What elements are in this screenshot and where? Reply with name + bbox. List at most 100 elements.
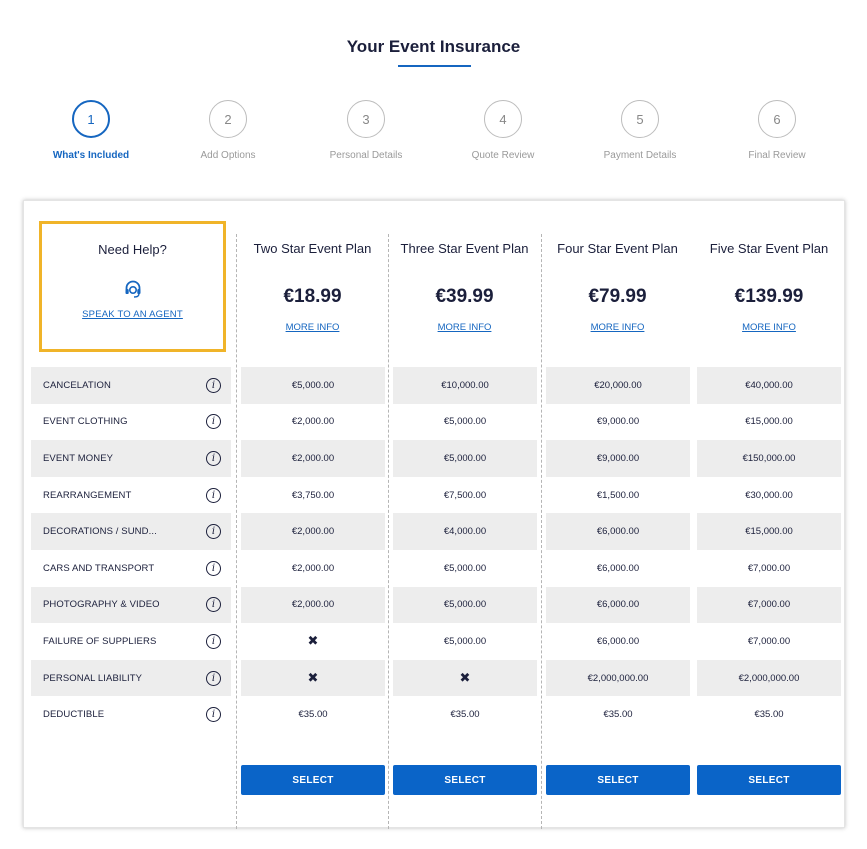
info-icon[interactable]: i [206,670,221,686]
plan-value: €150,000.00 [697,440,841,477]
plan-value: €7,000.00 [747,562,791,574]
select-three-star-button[interactable]: SELECT [393,765,537,795]
feature-row: EVENT MONEY i [31,440,231,477]
info-icon[interactable]: i [206,524,221,540]
info-icon[interactable]: i [206,707,221,723]
more-info-link[interactable]: MORE INFO [389,322,540,333]
plan-value: €35.00 [603,709,633,721]
plan-value: €35.00 [298,709,328,721]
plan-values: €5,000.00 €2,000.00 €2,000.00 €3,750.00 … [241,367,385,733]
plan-value: €6,000.00 [596,562,640,574]
plan-value: €2,000.00 [241,586,385,624]
info-icon[interactable]: i [206,487,221,503]
select-two-star-button[interactable]: SELECT [241,765,385,795]
info-icon[interactable]: i [206,597,221,613]
more-info-link[interactable]: MORE INFO [542,322,693,333]
feature-label: CANCELATION [43,379,111,391]
plan-value: €7,000.00 [747,635,791,647]
plan-value: €15,000.00 [697,513,841,550]
plan-value: €15,000.00 [745,416,793,428]
feature-label: PERSONAL LIABILITY [43,672,143,684]
plan-value: €1,500.00 [596,489,640,501]
info-icon[interactable]: i [206,414,221,430]
plan-values: €40,000.00 €15,000.00 €150,000.00 €30,00… [697,367,841,733]
info-icon[interactable]: i [206,633,221,649]
plan-value: €6,000.00 [546,586,690,624]
feature-row: EVENT CLOTHING i [31,404,231,441]
plan-value: €6,000.00 [596,635,640,647]
step-label: Final Review [748,150,806,161]
plan-value: €5,000.00 [393,586,537,624]
progress-stepper: 1 What's Included 2 Add Options 3 Person… [0,100,867,170]
info-icon[interactable]: i [206,560,221,576]
help-title: Need Help? [98,242,167,257]
step-personal-details[interactable]: 3 Personal Details [306,100,426,161]
step-label: Payment Details [603,150,677,161]
step-number: 6 [758,100,796,138]
step-number: 5 [621,100,659,138]
not-covered-icon: ✖ [393,659,537,697]
feature-row: FAILURE OF SUPPLIERS i [31,623,231,660]
plan-value: €9,000.00 [596,416,640,428]
feature-row: DEDUCTIBLE i [31,696,231,733]
plan-value: €5,000.00 [443,416,487,428]
select-four-star-button[interactable]: SELECT [546,765,690,795]
plan-value: €5,000.00 [393,440,537,477]
feature-label: EVENT CLOTHING [43,416,128,428]
plan-value: €6,000.00 [546,513,690,550]
plan-value: €35.00 [754,709,784,721]
feature-list: CANCELATION i EVENT CLOTHING i EVENT MONEY… [31,367,231,733]
feature-label: PHOTOGRAPHY & VIDEO [43,599,160,611]
plan-value: €3,750.00 [291,489,335,501]
page-title: Your Event Insurance [346,37,521,56]
plan-value: €7,000.00 [697,586,841,624]
plan-value: €30,000.00 [745,489,793,501]
step-label: Quote Review [471,150,535,161]
step-number: 2 [209,100,247,138]
not-covered-icon: ✖ [307,633,319,649]
plan-value: €2,000.00 [241,440,385,477]
plan-value: €20,000.00 [546,367,690,404]
select-five-star-button[interactable]: SELECT [697,765,841,795]
plan-value: €5,000.00 [241,367,385,404]
plan-name: Four Star Event Plan [557,241,678,256]
plan-price: €139.99 [734,286,804,307]
feature-row: CARS AND TRANSPORT i [31,550,231,587]
step-add-options[interactable]: 2 Add Options [168,100,288,161]
plan-column-three-star: Three Star Event Plan €39.99 MORE INFO €… [388,234,540,829]
more-info-link[interactable]: MORE INFO [693,322,845,333]
plan-value: €2,000,000.00 [697,659,841,697]
plan-values: €10,000.00 €5,000.00 €5,000.00 €7,500.00… [393,367,537,733]
plan-name: Three Star Event Plan [400,241,529,256]
need-help-box: Need Help? SPEAK TO AN AGENT [39,221,226,352]
step-payment-details[interactable]: 5 Payment Details [580,100,700,161]
step-quote-review[interactable]: 4 Quote Review [443,100,563,161]
info-icon[interactable]: i [206,450,221,466]
plan-column-four-star: Four Star Event Plan €79.99 MORE INFO €2… [541,234,693,829]
plan-column-five-star: Five Star Event Plan €139.99 MORE INFO €… [693,234,845,829]
more-info-link[interactable]: MORE INFO [237,322,388,333]
plan-value: €35.00 [450,709,480,721]
plan-value: €7,500.00 [443,489,487,501]
feature-row: DECORATIONS / SUND... i [31,513,231,550]
plan-value: €40,000.00 [697,367,841,404]
plan-values: €20,000.00 €9,000.00 €9,000.00 €1,500.00… [546,367,690,733]
plan-value: €5,000.00 [443,635,487,647]
feature-row: PERSONAL LIABILITY i [31,659,231,697]
step-number: 3 [347,100,385,138]
feature-row: CANCELATION i [31,367,231,404]
info-icon[interactable]: i [206,377,221,393]
plan-price: €18.99 [283,286,342,307]
plan-value: €5,000.00 [443,562,487,574]
step-label: Add Options [200,150,256,161]
step-whats-included[interactable]: 1 What's Included [31,100,151,161]
step-label: What's Included [52,150,130,161]
step-final-review[interactable]: 6 Final Review [717,100,837,161]
plan-value: €9,000.00 [546,440,690,477]
step-number: 4 [484,100,522,138]
plan-value: €2,000.00 [241,513,385,550]
plan-name: Five Star Event Plan [709,241,829,256]
speak-to-agent-link[interactable]: SPEAK TO AN AGENT [42,309,223,320]
plan-column-two-star: Two Star Event Plan €18.99 MORE INFO €5,… [236,234,388,829]
feature-label: DECORATIONS / SUND... [43,526,157,538]
